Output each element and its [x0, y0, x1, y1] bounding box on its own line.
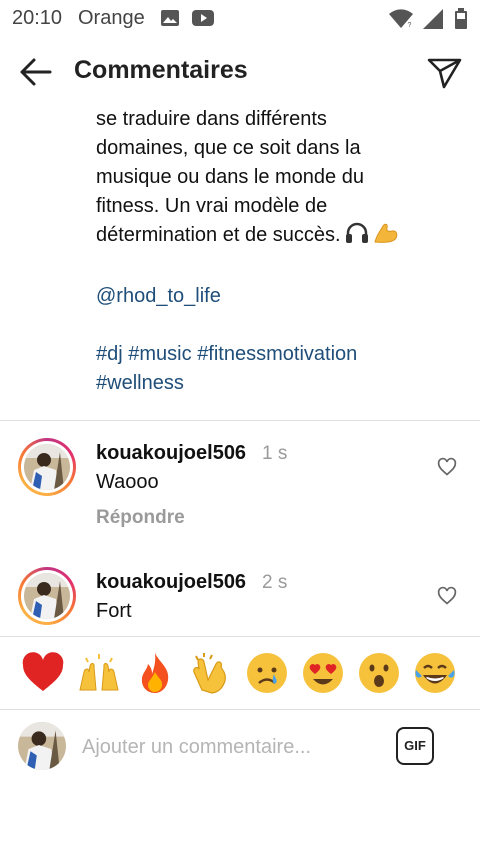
surprised-face-icon — [359, 653, 399, 693]
post-caption: se traduire dans différents domaines, qu… — [96, 105, 466, 398]
image-icon — [161, 10, 179, 26]
fire-emoji-button[interactable] — [132, 650, 178, 696]
page-title: Commentaires — [74, 56, 248, 84]
hashtag-link[interactable]: #dj — [96, 343, 123, 365]
caption-line: domaines, que ce soit dans la — [96, 137, 361, 159]
caption-line: musique ou dans le monde du — [96, 166, 364, 188]
status-bar: 20:10 Orange ? — [0, 0, 480, 38]
tears-of-joy-emoji-button[interactable] — [412, 650, 458, 696]
svg-text:?: ? — [408, 22, 412, 29]
comment-time: 2 s — [262, 572, 288, 593]
avatar[interactable] — [18, 438, 76, 496]
red-heart-emoji-button[interactable] — [20, 650, 66, 696]
reply-button[interactable]: Répondre — [96, 507, 185, 529]
user-mention-link[interactable]: @rhod_to_life — [96, 282, 466, 311]
heart-eyes-face-icon — [303, 653, 343, 693]
divider — [0, 709, 480, 710]
like-comment-button[interactable] — [437, 457, 457, 477]
status-time: 20:10 — [12, 7, 63, 29]
clapping-hands-icon — [193, 653, 226, 694]
status-carrier: Orange — [78, 7, 145, 29]
clapping-hands-emoji-button[interactable] — [188, 650, 234, 696]
crying-face-emoji-button[interactable] — [244, 650, 290, 696]
comment-time: 1 s — [262, 443, 288, 464]
tears-of-joy-face-icon — [415, 653, 455, 693]
fire-icon — [141, 653, 169, 693]
avatar[interactable] — [18, 567, 76, 625]
red-heart-icon — [22, 652, 64, 691]
raising-hands-icon — [79, 654, 119, 691]
hashtag-link[interactable]: #fitnessmotivation — [197, 343, 357, 365]
caption-line: se traduire dans différents — [96, 108, 327, 130]
share-button[interactable] — [424, 52, 464, 92]
comment-username[interactable]: kouakoujoel506 — [96, 571, 246, 594]
paper-plane-icon — [427, 58, 462, 89]
user-photo — [18, 722, 66, 770]
user-photo — [24, 444, 70, 490]
comment-username[interactable]: kouakoujoel506 — [96, 442, 246, 465]
wifi-icon: ? — [389, 9, 413, 29]
like-comment-button[interactable] — [437, 586, 457, 606]
divider — [0, 636, 480, 637]
divider — [0, 420, 480, 421]
flexed-biceps-icon — [373, 222, 399, 253]
heart-outline-icon — [437, 586, 457, 605]
heart-eyes-emoji-button[interactable] — [300, 650, 346, 696]
crying-face-icon — [247, 653, 287, 693]
battery-icon — [455, 8, 467, 29]
comment-item: kouakoujoel506 1 s Waooo Répondre — [0, 438, 480, 538]
arrow-left-icon — [20, 58, 52, 86]
headphones-icon — [345, 222, 369, 253]
caption-line-text: détermination et de succès. — [96, 224, 341, 246]
surprised-face-emoji-button[interactable] — [356, 650, 402, 696]
quick-reactions-bar — [0, 648, 480, 704]
current-user-avatar — [18, 722, 66, 770]
comment-text: Fort — [96, 600, 132, 622]
user-photo — [24, 573, 70, 619]
back-button[interactable] — [16, 52, 56, 92]
app-header: Commentaires — [0, 38, 480, 106]
add-comment-input[interactable] — [82, 732, 382, 762]
caption-line: fitness. Un vrai modèle de — [96, 195, 328, 217]
hashtags-line-2: #wellness — [96, 369, 466, 398]
heart-outline-icon — [437, 457, 457, 476]
comment-text: Waooo — [96, 471, 159, 493]
youtube-icon — [192, 10, 214, 26]
hashtag-link[interactable]: #wellness — [96, 372, 184, 394]
hashtag-link[interactable]: #music — [128, 343, 191, 365]
hashtags-line-1: #dj #music #fitnessmotivation — [96, 340, 466, 369]
raising-hands-emoji-button[interactable] — [76, 650, 122, 696]
signal-icon — [423, 9, 443, 29]
caption-line-last: détermination et de succès. — [96, 221, 466, 253]
gif-button[interactable]: GIF — [396, 727, 434, 765]
